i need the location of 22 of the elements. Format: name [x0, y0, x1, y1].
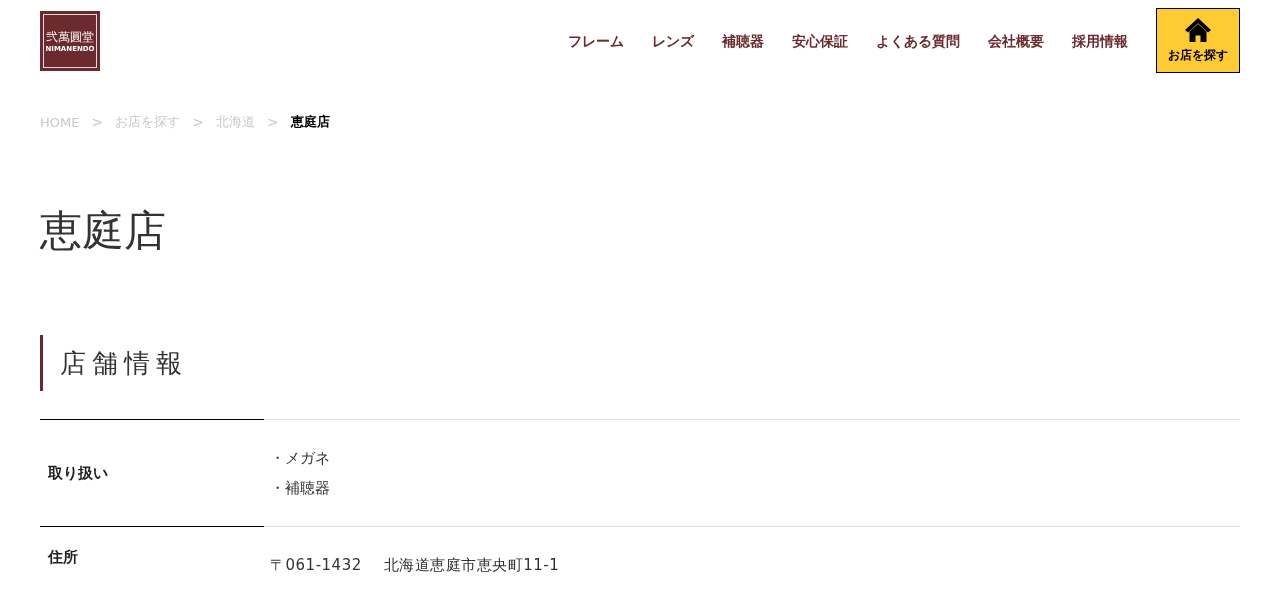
- nav-link[interactable]: レンズ: [652, 33, 694, 51]
- breadcrumb-separator: >: [91, 114, 104, 130]
- store-search-button[interactable]: お店を探す: [1156, 8, 1240, 73]
- house-icon: [1185, 17, 1211, 42]
- nav-link[interactable]: フレーム: [568, 33, 624, 51]
- postal-code: 〒061-1432: [270, 555, 362, 576]
- nav-link[interactable]: よくある質問: [876, 33, 960, 51]
- page-title: 恵庭店: [40, 205, 166, 257]
- row-label: 取り扱い: [40, 419, 264, 526]
- address-text: 北海道恵庭市恵央町11-1: [383, 555, 560, 576]
- breadcrumb-current: 恵庭店: [290, 113, 330, 131]
- row-label: 住所: [40, 526, 264, 588]
- breadcrumb-separator: >: [266, 114, 279, 130]
- nav-link[interactable]: 補聴器: [722, 33, 764, 51]
- breadcrumb-separator: >: [192, 114, 204, 130]
- service-item: ・メガネ: [270, 448, 330, 469]
- nav-link[interactable]: 採用情報: [1072, 33, 1128, 51]
- nav-link[interactable]: 会社概要: [988, 33, 1044, 51]
- logo-name: 弐萬圓堂: [46, 31, 94, 44]
- service-item: ・補聴器: [270, 478, 330, 499]
- section-heading: 店舗情報: [40, 335, 188, 391]
- nav-link[interactable]: 安心保証: [792, 33, 848, 51]
